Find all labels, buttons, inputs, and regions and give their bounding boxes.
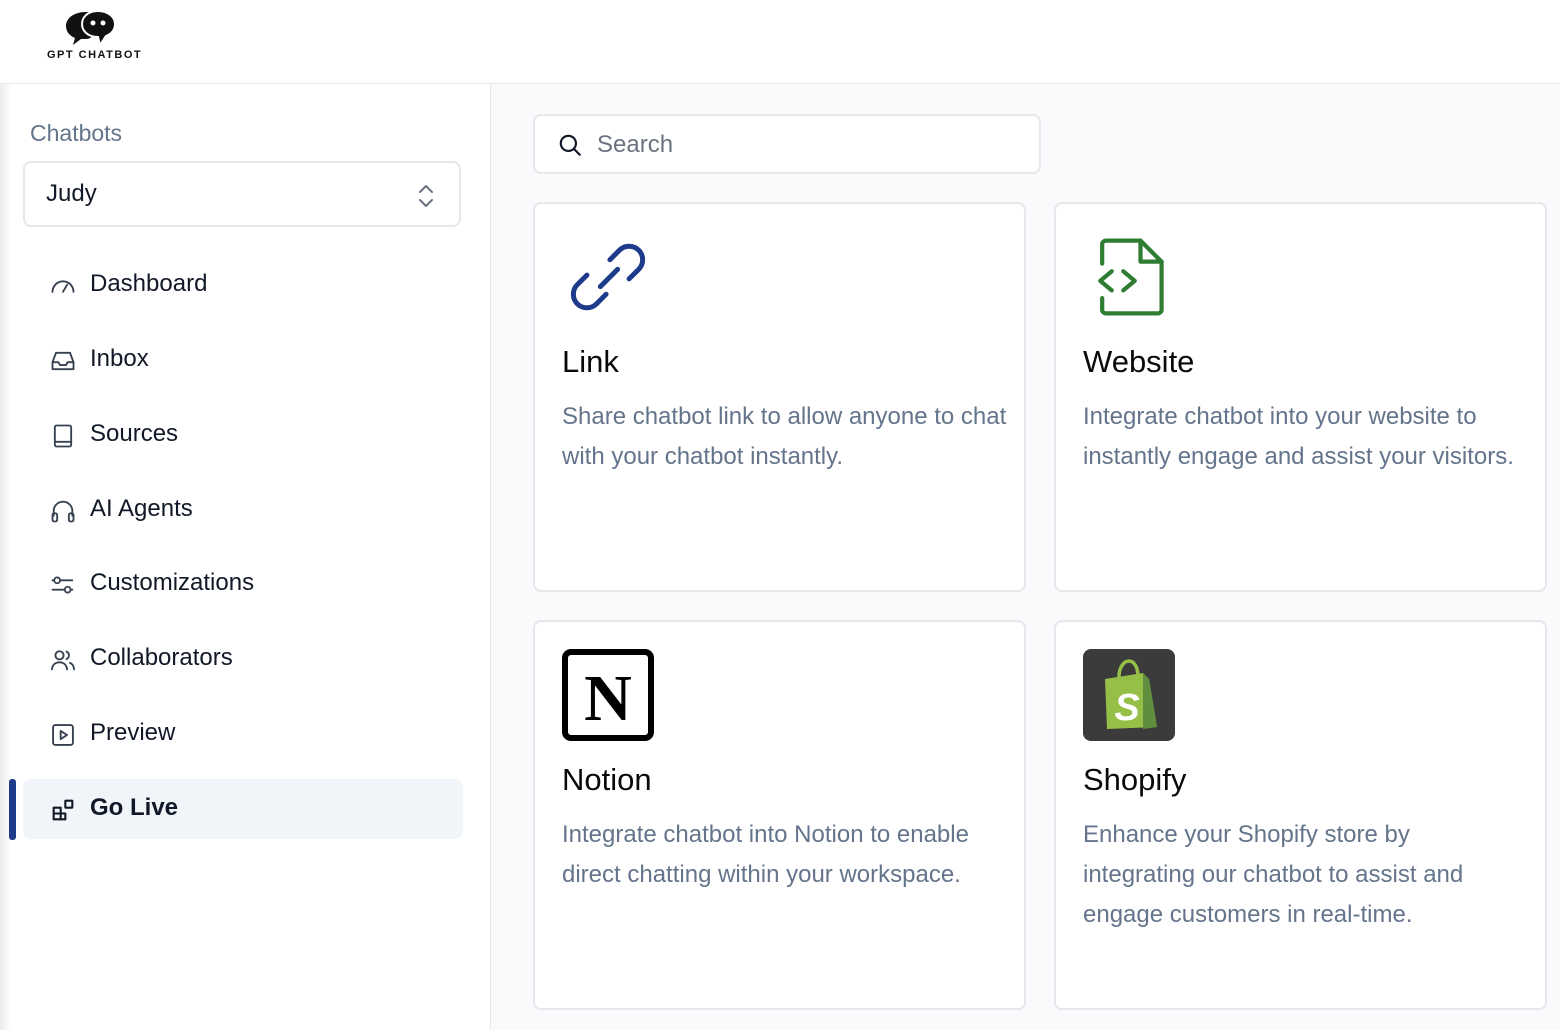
card-title: Notion (562, 762, 652, 797)
search-box[interactable] (533, 114, 1041, 174)
book-icon (53, 424, 73, 448)
svg-text:N: N (584, 662, 632, 735)
search-input[interactable] (595, 128, 1019, 162)
card-title: Link (562, 344, 619, 379)
sidebar-item-collaborators[interactable]: Collaborators (23, 629, 463, 689)
sidebar: Chatbots Judy Dashboard Inbox Sources AI… (0, 84, 491, 1030)
integration-card-shopify[interactable]: S Shopify Enhance your Shopify store by … (1054, 620, 1547, 1010)
link-icon (570, 243, 646, 311)
sidebar-item-label: Preview (90, 719, 176, 746)
sidebar-item-label: Sources (90, 420, 179, 447)
integration-card-link[interactable]: Link Share chatbot link to allow anyone … (533, 202, 1026, 592)
integration-card-notion[interactable]: N Notion Integrate chatbot into Notion t… (533, 620, 1026, 1010)
brand-logo[interactable]: GPT CHATBOT (44, 8, 144, 68)
headphones-icon (51, 500, 75, 523)
brand-name: GPT CHATBOT (47, 49, 143, 61)
sidebar-item-ai-agents[interactable]: AI Agents (23, 480, 463, 540)
chat-bubbles-icon (66, 9, 117, 48)
sidebar-item-sources[interactable]: Sources (23, 405, 463, 465)
card-description: Integrate chatbot into your website to i… (1083, 403, 1514, 470)
card-description: Share chatbot link to allow anyone to ch… (562, 403, 1007, 470)
card-title: Shopify (1083, 762, 1187, 797)
sidebar-item-label: Inbox (90, 345, 149, 372)
users-icon (50, 650, 76, 671)
play-square-icon (52, 724, 74, 746)
gauge-icon (51, 280, 75, 293)
sidebar-item-inbox[interactable]: Inbox (23, 330, 463, 390)
sidebar-item-label: AI Agents (90, 495, 193, 522)
search-icon (559, 134, 581, 156)
svg-text:S: S (1114, 687, 1139, 729)
sliders-icon (51, 576, 74, 594)
blocks-icon (52, 799, 74, 821)
top-bar: GPT CHATBOT (0, 0, 1560, 84)
sidebar-item-go-live[interactable]: Go Live (23, 779, 463, 839)
sidebar-item-label: Customizations (90, 569, 255, 596)
integration-card-website[interactable]: Website Integrate chatbot into your webs… (1054, 202, 1547, 592)
chatbot-select[interactable]: Judy (23, 161, 461, 227)
file-code-icon (1098, 238, 1164, 316)
sidebar-item-label: Dashboard (90, 270, 208, 297)
notion-logo-icon: N (562, 649, 654, 741)
sidebar-heading: Chatbots (30, 120, 123, 146)
sidebar-item-dashboard[interactable]: Dashboard (23, 255, 463, 315)
inbox-icon (51, 351, 75, 371)
active-indicator (9, 779, 16, 840)
sidebar-item-label: Go Live (90, 794, 179, 821)
sidebar-item-preview[interactable]: Preview (23, 704, 463, 764)
chatbot-select-value: Judy (46, 180, 97, 207)
card-description: Integrate chatbot into Notion to enable … (562, 821, 969, 888)
card-description: Enhance your Shopify store by integratin… (1083, 821, 1464, 928)
sidebar-item-label: Collaborators (90, 644, 233, 671)
main-content: Link Share chatbot link to allow anyone … (491, 84, 1560, 1030)
card-title: Website (1083, 344, 1195, 379)
shopify-logo-icon: S (1083, 649, 1175, 741)
sidebar-item-customizations[interactable]: Customizations (23, 554, 463, 614)
chevron-up-down-icon (419, 185, 433, 207)
